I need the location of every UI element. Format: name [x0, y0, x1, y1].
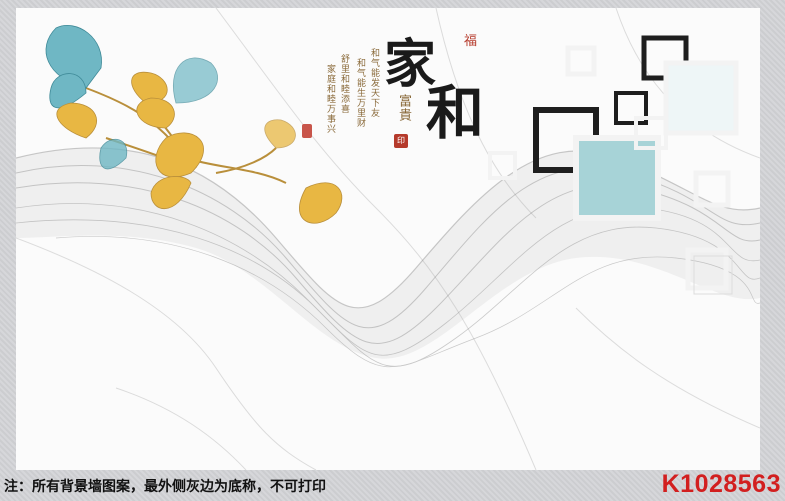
gold-leaf-6 [299, 182, 343, 224]
poem-line-1: 和气能发天下友 [369, 48, 379, 118]
poem-line-3: 舒里和睦添喜 [339, 54, 349, 114]
mural-canvas: 家 和 福 富貴 印 和气能发天下友 和气能生万里财 舒里和睦添喜 家庭和睦万事… [16, 8, 760, 470]
teal-leaf-3 [173, 57, 219, 104]
gold-leaf-2 [56, 102, 97, 139]
poem-line-4: 家庭和睦万事兴 [325, 64, 335, 134]
calligraphy-he: 和 [426, 79, 485, 147]
gold-leaf-4 [155, 132, 204, 178]
poem-line-2: 和气能生万里财 [355, 58, 365, 128]
gold-leaf-7 [264, 119, 296, 149]
fugui-text: 富貴 [396, 94, 411, 122]
red-seal: 印 [394, 134, 408, 148]
small-seal [302, 124, 312, 138]
teal-leaf-2 [49, 73, 87, 109]
fu-character: 福 [464, 34, 478, 49]
product-code: K1028563 [661, 470, 781, 498]
printing-note: 注：所有背景墙图案，最外侧灰边为底称，不可打印 [4, 479, 326, 495]
gold-leaf-3 [136, 97, 175, 129]
